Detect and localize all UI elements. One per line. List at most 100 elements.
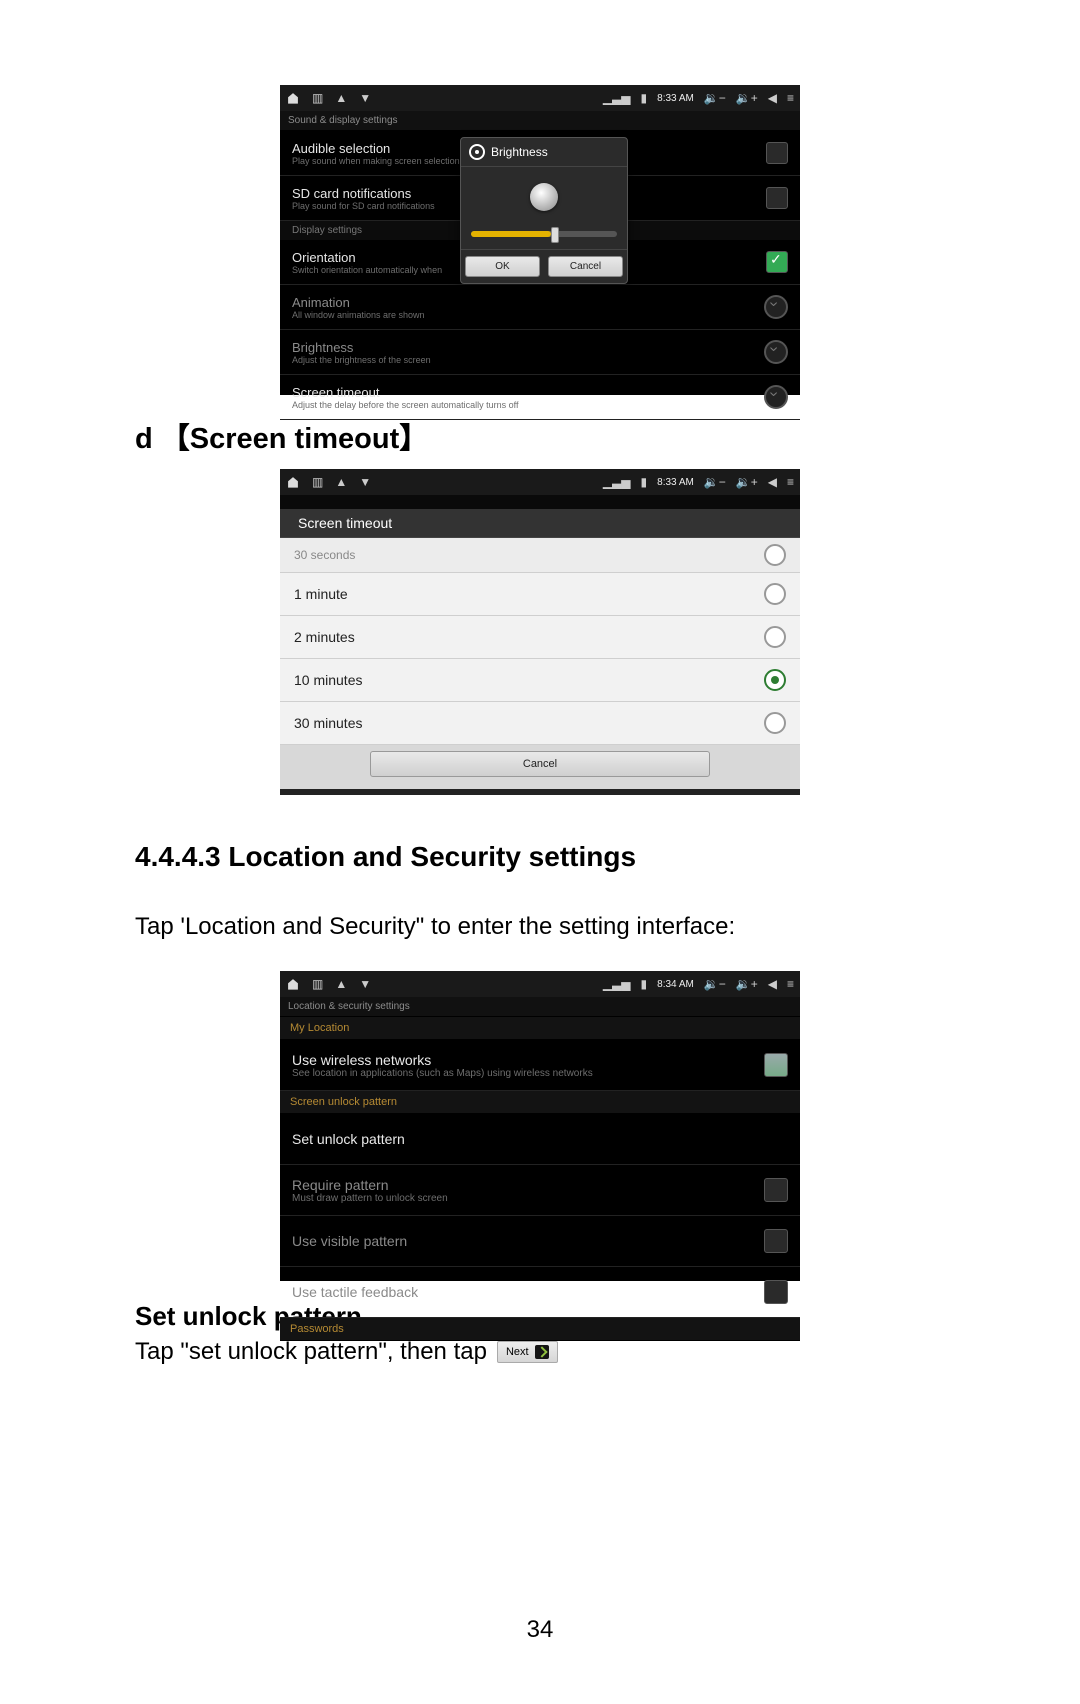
row-brightness[interactable]: Brightness Adjust the brightness of the …	[280, 330, 800, 375]
row-screen-timeout[interactable]: Screen timeout Adjust the delay before t…	[280, 375, 800, 420]
brightness-slider[interactable]	[461, 227, 627, 249]
row-sub: See location in applications (such as Ma…	[292, 1068, 593, 1079]
ok-button[interactable]: OK	[465, 256, 540, 277]
widget-icon[interactable]: ▥	[312, 977, 323, 991]
dialog-title-bar: Screen timeout	[280, 509, 800, 538]
radio-selected[interactable]	[764, 669, 786, 691]
row-sub: Must draw pattern to unlock screen	[292, 1193, 448, 1204]
option-label: 30 seconds	[294, 548, 355, 562]
row-title: Brightness	[292, 340, 431, 355]
vol-down-icon[interactable]: 🔉−	[704, 475, 726, 489]
row-animation[interactable]: Animation All window animations are show…	[280, 285, 800, 330]
heading-location-security: 4.4.4.3 Location and Security settings	[135, 841, 945, 873]
more-icon[interactable]	[764, 340, 788, 364]
down-icon[interactable]: ▼	[359, 475, 371, 489]
radio[interactable]	[764, 544, 786, 566]
status-time: 8:34 AM	[657, 979, 694, 990]
next-label: Next	[506, 1346, 529, 1358]
row-sub: Play sound for SD card notifications	[292, 201, 435, 211]
row-use-wireless-networks[interactable]: Use wireless networks See location in ap…	[280, 1040, 800, 1091]
row-require-pattern[interactable]: Require pattern Must draw pattern to unl…	[280, 1165, 800, 1216]
option-2-minutes[interactable]: 2 minutes	[280, 616, 800, 659]
screenshot-brightness-dialog: ▥ ▲ ▼ ▁▃▅ ▮ 8:33 AM 🔉− 🔉+ ◀ ≡ Sound & di…	[280, 85, 800, 395]
back-icon[interactable]: ◀	[768, 977, 777, 991]
brightness-knob-area	[461, 167, 627, 227]
menu-icon[interactable]: ≡	[787, 977, 794, 991]
row-title: Animation	[292, 295, 425, 310]
option-30-minutes[interactable]: 30 minutes	[280, 702, 800, 745]
row-title: Screen timeout	[292, 385, 518, 400]
category-screen-unlock: Screen unlock pattern	[280, 1091, 800, 1114]
up-icon[interactable]: ▲	[335, 977, 347, 991]
row-sub: Adjust the brightness of the screen	[292, 355, 431, 365]
wifi-icon: ▁▃▅	[603, 475, 631, 489]
menu-icon[interactable]: ≡	[787, 91, 794, 105]
option-10-minutes[interactable]: 10 minutes	[280, 659, 800, 702]
brightness-dialog: Brightness OK Cancel	[460, 137, 628, 284]
row-sub: All window animations are shown	[292, 310, 425, 320]
widget-icon[interactable]: ▥	[312, 475, 323, 489]
home-icon[interactable]	[286, 977, 300, 991]
up-icon[interactable]: ▲	[335, 475, 347, 489]
next-button[interactable]: Next	[497, 1341, 558, 1363]
radio[interactable]	[764, 583, 786, 605]
up-icon[interactable]: ▲	[335, 91, 347, 105]
row-use-tactile-feedback[interactable]: Use tactile feedback	[280, 1267, 800, 1318]
back-icon[interactable]: ◀	[768, 91, 777, 105]
status-time: 8:33 AM	[657, 477, 694, 488]
checkbox[interactable]	[764, 1178, 788, 1202]
row-title: Require pattern	[292, 1177, 448, 1193]
option-1-minute[interactable]: 1 minute	[280, 573, 800, 616]
breadcrumb: Sound & display settings	[280, 111, 800, 131]
home-icon[interactable]	[286, 475, 300, 489]
home-icon[interactable]	[286, 91, 300, 105]
vol-up-icon[interactable]: 🔉+	[736, 977, 758, 991]
vol-up-icon[interactable]: 🔉+	[736, 475, 758, 489]
checkbox[interactable]	[766, 142, 788, 164]
radio[interactable]	[764, 626, 786, 648]
vol-down-icon[interactable]: 🔉−	[704, 977, 726, 991]
row-title: Set unlock pattern	[292, 1131, 405, 1147]
screenshot-screen-timeout-dialog: ▥ ▲ ▼ ▁▃▅ ▮ 8:33 AM 🔉− 🔉+ ◀ ≡ Screen tim…	[280, 469, 800, 771]
cancel-button[interactable]: Cancel	[548, 256, 623, 277]
vol-down-icon[interactable]: 🔉−	[704, 91, 726, 105]
body-text: Tap 'Location and Security" to enter the…	[135, 913, 945, 941]
row-use-visible-pattern[interactable]: Use visible pattern	[280, 1216, 800, 1267]
category-passwords: Passwords	[280, 1318, 800, 1341]
status-time: 8:33 AM	[657, 93, 694, 104]
checkbox[interactable]	[764, 1229, 788, 1253]
wifi-icon: ▁▃▅	[603, 977, 631, 991]
row-title: Use wireless networks	[292, 1052, 593, 1068]
more-icon[interactable]	[764, 385, 788, 409]
checkbox[interactable]	[764, 1280, 788, 1304]
row-title: Orientation	[292, 250, 442, 265]
status-bar: ▥ ▲ ▼ ▁▃▅ ▮ 8:33 AM 🔉− 🔉+ ◀ ≡	[280, 85, 800, 111]
checkbox[interactable]	[764, 1053, 788, 1077]
battery-icon: ▮	[641, 91, 648, 105]
battery-icon: ▮	[641, 475, 648, 489]
down-icon[interactable]: ▼	[359, 977, 371, 991]
back-icon[interactable]: ◀	[768, 475, 777, 489]
row-title: Audible selection	[292, 141, 460, 156]
slider-thumb[interactable]	[551, 227, 559, 243]
body-text: Tap "set unlock pattern", then tap	[135, 1338, 487, 1366]
radio[interactable]	[764, 712, 786, 734]
widget-icon[interactable]: ▥	[312, 91, 323, 105]
cancel-button[interactable]: Cancel	[370, 751, 710, 777]
vol-up-icon[interactable]: 🔉+	[736, 91, 758, 105]
status-bar: ▥ ▲ ▼ ▁▃▅ ▮ 8:34 AM 🔉− 🔉+ ◀ ≡	[280, 971, 800, 997]
option-label: 1 minute	[294, 586, 348, 602]
checkbox-checked[interactable]	[766, 251, 788, 273]
breadcrumb: Location & security settings	[280, 997, 800, 1017]
screenshot-location-security: ▥ ▲ ▼ ▁▃▅ ▮ 8:34 AM 🔉− 🔉+ ◀ ≡ Location &…	[280, 971, 800, 1281]
down-icon[interactable]: ▼	[359, 91, 371, 105]
option-label: 10 minutes	[294, 672, 362, 688]
menu-icon[interactable]: ≡	[787, 475, 794, 489]
row-sub: Switch orientation automatically when	[292, 265, 442, 275]
row-sub: Play sound when making screen selection	[292, 156, 460, 166]
more-icon[interactable]	[764, 295, 788, 319]
checkbox[interactable]	[766, 187, 788, 209]
row-set-unlock-pattern[interactable]: Set unlock pattern	[280, 1114, 800, 1165]
option-30-seconds[interactable]: 30 seconds	[280, 538, 800, 573]
heading-screen-timeout: d 【Screen timeout】	[135, 415, 945, 457]
